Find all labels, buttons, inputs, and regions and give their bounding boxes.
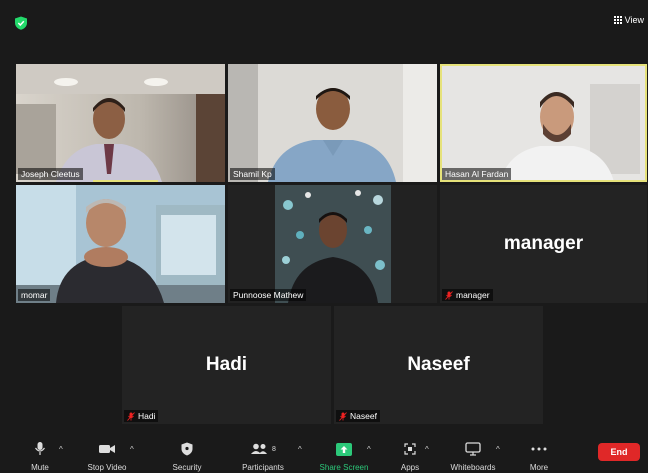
participant-video-momar (16, 185, 225, 303)
video-tile-manager[interactable]: manager manager (440, 185, 647, 303)
apps-label: Apps (400, 463, 420, 472)
participants-label: Participants (242, 463, 284, 472)
apps-button[interactable]: Apps (396, 439, 424, 472)
video-tile-momar[interactable]: momar (16, 185, 225, 303)
participant-name: manager (456, 290, 490, 300)
view-label: View (624, 15, 644, 25)
participant-video-shamil (228, 64, 437, 182)
participant-name: Hadi (138, 411, 156, 421)
stop-video-label: Stop Video (87, 463, 127, 472)
participant-name-tag: Joseph Cleetus (18, 168, 83, 180)
participant-name-tag: Hasan Al Fardan (442, 168, 512, 180)
mic-muted-icon (339, 411, 347, 421)
mute-label: Mute (31, 463, 49, 472)
mic-muted-icon (127, 411, 135, 421)
participant-display-name: manager (503, 233, 584, 254)
participants-options-caret[interactable]: ^ (298, 445, 302, 454)
share-screen-button[interactable]: Share Screen (316, 439, 372, 472)
participant-name: momar (21, 290, 48, 300)
audio-options-caret[interactable]: ^ (59, 445, 63, 454)
share-options-caret[interactable]: ^ (367, 445, 371, 454)
participant-display-name: Hadi (205, 354, 248, 375)
meeting-controls-toolbar: Mute ^ Stop Video ^ Security 8 Participa… (0, 439, 648, 473)
more-dots-icon (531, 439, 547, 459)
whiteboards-button[interactable]: Whiteboards (446, 439, 500, 472)
video-camera-icon (98, 439, 116, 459)
more-button[interactable]: More (526, 439, 552, 472)
participant-name: Hasan Al Fardan (445, 169, 509, 179)
participant-name-tag: momar (18, 289, 51, 301)
participants-count: 8 (272, 445, 276, 453)
participant-video-joseph (16, 64, 225, 182)
apps-options-caret[interactable]: ^ (425, 445, 429, 454)
gallery-grid-icon (613, 16, 622, 24)
participant-name-tag: Shamil Kp (230, 168, 275, 180)
whiteboards-options-caret[interactable]: ^ (496, 445, 500, 454)
video-tile-hadi[interactable]: Hadi Hadi (122, 306, 331, 424)
video-tile-shamil-kp[interactable]: Shamil Kp (228, 64, 437, 182)
video-options-caret[interactable]: ^ (130, 445, 134, 454)
participant-display-name: Naseef (407, 354, 470, 375)
more-label: More (529, 463, 549, 472)
share-screen-icon (335, 439, 353, 459)
meeting-top-bar: View (0, 0, 648, 48)
participant-name-tag: Hadi (124, 410, 159, 422)
video-tile-hasan-al-fardan[interactable]: Hasan Al Fardan (440, 64, 647, 182)
participant-name: Shamil Kp (233, 169, 272, 179)
video-tile-punnoose-mathew[interactable]: Punnoose Mathew (228, 185, 437, 303)
video-tile-joseph-cleetus[interactable]: Joseph Cleetus (16, 64, 225, 182)
participants-button[interactable]: 8 Participants (236, 439, 290, 472)
apps-icon (403, 439, 417, 459)
participant-video-punnoose (228, 185, 437, 303)
whiteboards-label: Whiteboards (450, 463, 496, 472)
mute-button[interactable]: Mute (26, 439, 54, 472)
view-button[interactable]: View (613, 15, 644, 25)
microphone-icon (34, 439, 46, 459)
participant-name-tag: manager (442, 289, 493, 301)
participant-name-tag: Punnoose Mathew (230, 289, 307, 301)
participant-name: Naseef (350, 411, 377, 421)
participant-name: Punnoose Mathew (233, 290, 304, 300)
video-tile-naseef[interactable]: Naseef Naseef (334, 306, 543, 424)
end-meeting-button[interactable]: End (598, 443, 640, 461)
stop-video-button[interactable]: Stop Video (82, 439, 132, 472)
security-button[interactable]: Security (166, 439, 208, 472)
participant-name-tag: Naseef (336, 410, 380, 422)
shield-icon (181, 439, 193, 459)
participants-icon: 8 (250, 439, 276, 459)
whiteboard-icon (465, 439, 481, 459)
security-shield-icon[interactable] (14, 16, 28, 30)
security-label: Security (172, 463, 202, 472)
participant-video-hasan (440, 64, 647, 182)
mic-muted-icon (445, 290, 453, 300)
share-screen-label: Share Screen (319, 463, 369, 472)
participant-name: Joseph Cleetus (21, 169, 80, 179)
